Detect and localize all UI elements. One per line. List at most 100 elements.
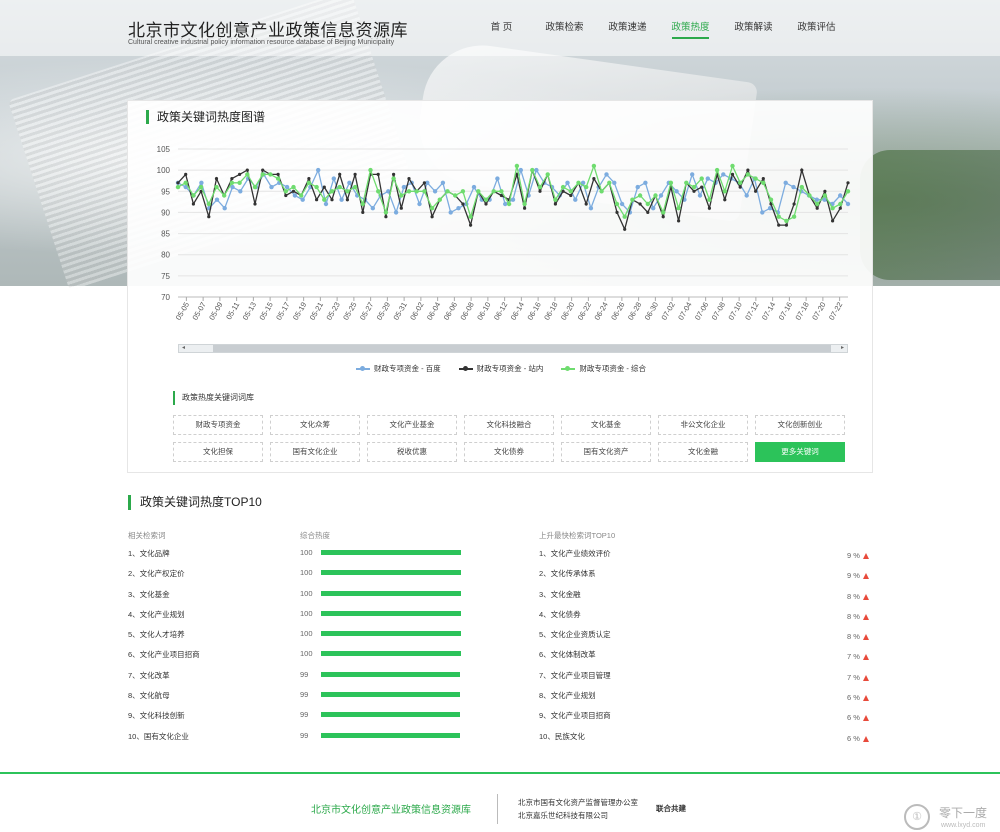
data-point-s1[interactable]	[407, 177, 411, 181]
data-point-s0[interactable]	[300, 197, 305, 202]
data-point-s2[interactable]	[299, 193, 304, 198]
nav-item-4[interactable]: 政策解读	[722, 19, 785, 39]
data-point-s2[interactable]	[676, 206, 681, 211]
data-point-s0[interactable]	[393, 210, 399, 215]
data-point-s1[interactable]	[345, 198, 349, 202]
data-point-s1[interactable]	[700, 185, 704, 189]
data-point-s0[interactable]	[417, 201, 422, 207]
nav-item-2[interactable]: 政策速递	[596, 19, 659, 39]
data-point-s2[interactable]	[738, 180, 743, 185]
data-point-s2[interactable]	[275, 176, 281, 181]
data-point-s2[interactable]	[545, 172, 550, 177]
scrollbar-thumb[interactable]	[213, 345, 831, 352]
data-point-s1[interactable]	[392, 172, 396, 176]
data-point-s0[interactable]	[339, 197, 344, 202]
data-point-s2[interactable]	[414, 189, 419, 194]
data-point-s0[interactable]	[347, 180, 352, 185]
rising-term[interactable]: 8、文化产业规划	[539, 690, 596, 701]
heat-term[interactable]: 10、国有文化企业	[128, 731, 189, 742]
data-point-s2[interactable]	[630, 197, 635, 202]
data-point-s2[interactable]	[306, 180, 312, 185]
data-point-s2[interactable]	[245, 172, 250, 177]
data-point-s2[interactable]	[522, 201, 527, 207]
heat-term[interactable]: 7、文化改革	[128, 670, 170, 681]
data-point-s2[interactable]	[252, 184, 258, 190]
data-point-s0[interactable]	[658, 193, 664, 198]
data-point-s0[interactable]	[323, 201, 329, 207]
rising-term[interactable]: 4、文化债券	[539, 609, 581, 620]
heat-term[interactable]: 2、文化产权定价	[128, 568, 185, 579]
data-point-s2[interactable]	[830, 206, 835, 211]
keyword-tag[interactable]: 文化科技融合	[464, 415, 554, 435]
heat-term[interactable]: 9、文化科技创新	[128, 710, 185, 721]
heat-term[interactable]: 4、文化产业规划	[128, 609, 185, 620]
data-point-s2[interactable]	[761, 180, 766, 185]
data-point-s2[interactable]	[815, 201, 820, 207]
data-point-s1[interactable]	[376, 172, 380, 176]
data-point-s1[interactable]	[276, 172, 280, 176]
data-point-s1[interactable]	[238, 172, 242, 176]
keyword-tag[interactable]: 国有文化企业	[270, 442, 360, 462]
data-point-s2[interactable]	[368, 167, 373, 173]
data-point-s1[interactable]	[214, 177, 219, 181]
data-point-s2[interactable]	[483, 197, 489, 202]
data-point-s1[interactable]	[469, 223, 473, 227]
heat-term[interactable]: 3、文化基金	[128, 589, 170, 600]
legend-item-0[interactable]: 财政专项资金 - 百度	[355, 363, 441, 374]
heat-term[interactable]: 6、文化产业项目招商	[128, 649, 200, 660]
data-point-s2[interactable]	[453, 193, 458, 198]
data-point-s0[interactable]	[269, 184, 274, 190]
scroll-right-icon[interactable]: ▸	[838, 345, 847, 352]
data-point-s2[interactable]	[491, 189, 496, 194]
data-point-s1[interactable]	[207, 215, 211, 219]
data-point-s2[interactable]	[322, 197, 327, 202]
data-point-s2[interactable]	[383, 210, 389, 215]
data-point-s1[interactable]	[523, 206, 527, 210]
scroll-left-icon[interactable]: ◂	[179, 345, 188, 352]
keyword-tag[interactable]: 文化众筹	[270, 415, 360, 435]
data-point-s0[interactable]	[588, 206, 594, 211]
nav-item-3[interactable]: 政策热度	[659, 19, 722, 39]
data-point-s0[interactable]	[604, 172, 609, 177]
data-point-s1[interactable]	[692, 189, 696, 193]
data-point-s0[interactable]	[214, 197, 220, 202]
data-point-s1[interactable]	[461, 202, 465, 206]
keyword-tag[interactable]: 文化创新创业	[755, 415, 845, 435]
data-point-s0[interactable]	[199, 180, 204, 185]
data-point-s0[interactable]	[783, 180, 788, 185]
data-point-s2[interactable]	[183, 180, 188, 185]
data-point-s1[interactable]	[800, 168, 804, 172]
data-point-s2[interactable]	[376, 189, 381, 194]
data-point-s0[interactable]	[643, 180, 648, 185]
data-point-s0[interactable]	[760, 210, 765, 215]
data-point-s2[interactable]	[229, 180, 235, 185]
data-point-s1[interactable]	[677, 219, 681, 223]
keyword-tag[interactable]: 财政专项资金	[173, 415, 263, 435]
data-point-s2[interactable]	[429, 206, 435, 211]
data-point-s1[interactable]	[330, 198, 334, 202]
rising-term[interactable]: 6、文化体制改革	[539, 649, 596, 660]
data-point-s1[interactable]	[399, 206, 403, 210]
data-point-s2[interactable]	[714, 167, 720, 173]
data-point-s1[interactable]	[353, 172, 357, 176]
data-point-s2[interactable]	[691, 184, 697, 190]
data-point-s2[interactable]	[391, 176, 396, 181]
data-point-s2[interactable]	[591, 163, 597, 169]
data-point-s2[interactable]	[637, 193, 643, 198]
data-point-s0[interactable]	[690, 172, 695, 177]
data-point-s2[interactable]	[753, 176, 758, 181]
data-point-s2[interactable]	[822, 193, 828, 198]
data-point-s0[interactable]	[238, 189, 243, 194]
data-point-s1[interactable]	[422, 181, 426, 185]
data-point-s2[interactable]	[198, 184, 204, 190]
data-point-s2[interactable]	[191, 193, 196, 198]
data-point-s0[interactable]	[612, 180, 617, 185]
data-point-s1[interactable]	[815, 206, 819, 210]
data-point-s2[interactable]	[622, 214, 627, 219]
data-point-s1[interactable]	[261, 168, 265, 172]
keyword-tag[interactable]: 文化产业基金	[367, 415, 457, 435]
data-point-s2[interactable]	[568, 189, 573, 194]
data-point-s0[interactable]	[721, 172, 726, 177]
data-point-s0[interactable]	[292, 193, 298, 198]
data-point-s2[interactable]	[175, 184, 181, 190]
